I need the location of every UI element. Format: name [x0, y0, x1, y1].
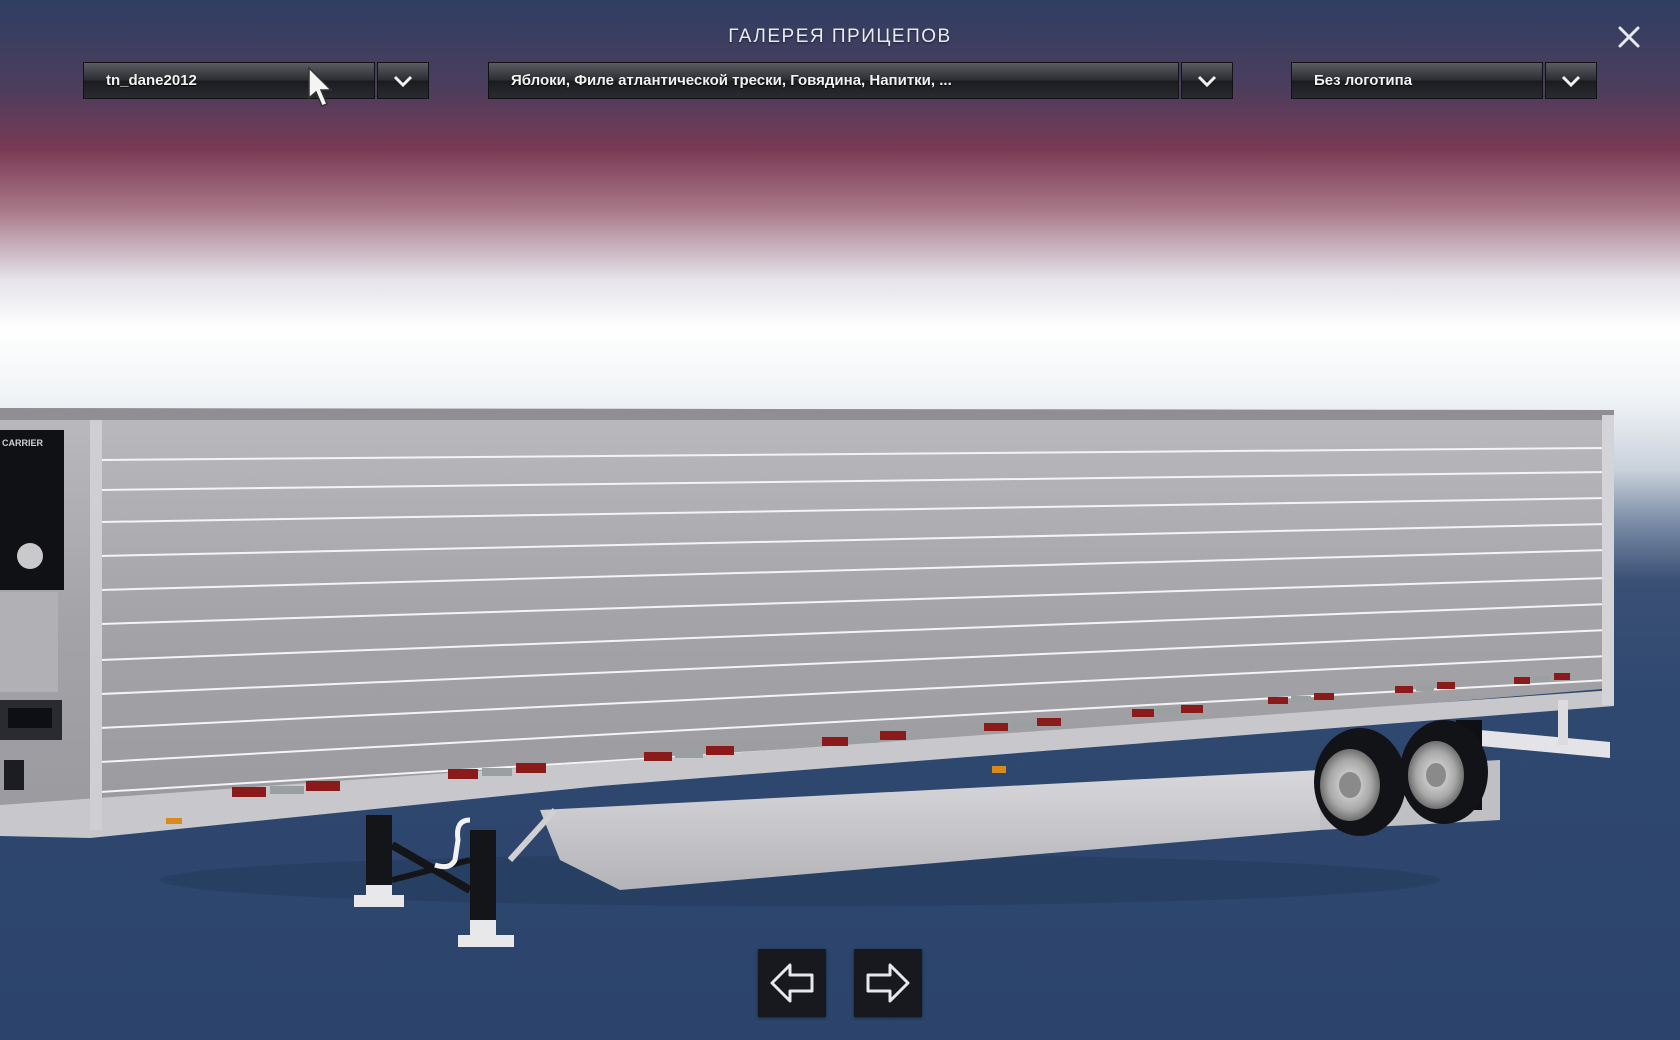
mouse-cursor-icon	[308, 66, 333, 107]
chevron-down-icon	[393, 75, 413, 87]
chevron-down-icon	[1561, 75, 1581, 87]
arrow-left-icon	[770, 963, 814, 1003]
page-title: ГАЛЕРЕЯ ПРИЦЕПОВ	[728, 26, 952, 47]
owner-dropdown-toggle[interactable]	[377, 62, 429, 99]
reefer-brand-label: CARRIER	[2, 438, 44, 448]
next-trailer-button[interactable]	[854, 949, 922, 1017]
logo-dropdown-toggle[interactable]	[1545, 62, 1597, 99]
chevron-down-icon	[1197, 75, 1217, 87]
rear-post	[1602, 415, 1614, 705]
owner-dropdown[interactable]: tn_dane2012	[83, 62, 429, 99]
previous-trailer-button[interactable]	[758, 949, 826, 1017]
front-post	[90, 420, 102, 830]
trailer-preview: CARRIER	[0, 408, 1614, 947]
cargo-dropdown[interactable]: Яблоки, Филе атлантической трески, Говяд…	[488, 62, 1233, 99]
reefer-fan	[17, 543, 43, 569]
reefer-panel	[0, 592, 58, 692]
close-button[interactable]	[1614, 22, 1644, 52]
arrow-right-icon	[866, 963, 910, 1003]
close-icon	[1618, 26, 1640, 48]
cargo-dropdown-value[interactable]: Яблоки, Филе атлантической трески, Говяд…	[488, 62, 1179, 99]
rear-bumper	[1480, 730, 1610, 758]
logo-dropdown-value[interactable]: Без логотипа	[1291, 62, 1543, 99]
cargo-dropdown-toggle[interactable]	[1181, 62, 1233, 99]
trailer-gallery-screen: CARRIER ГАЛЕРЕЯ ПРИЦЕПОВ tn_dane2012 Ябл…	[0, 0, 1680, 1040]
logo-dropdown[interactable]: Без логотипа	[1291, 62, 1597, 99]
trailer-roof	[0, 408, 1614, 420]
